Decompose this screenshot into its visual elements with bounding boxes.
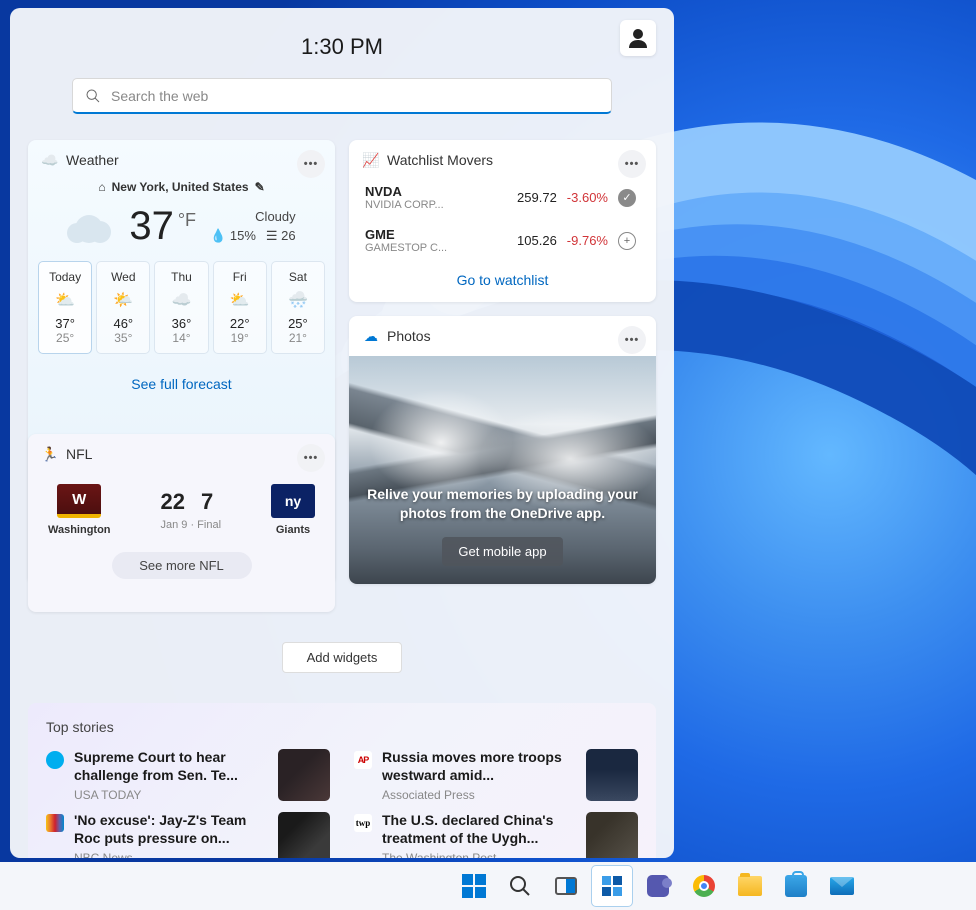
weather-stat: ☰ 26: [266, 228, 296, 244]
game-score: 227 Jan 9 · Final: [161, 489, 222, 531]
watchlist-widget[interactable]: 📈 Watchlist Movers ••• NVDANVIDIA CORP..…: [349, 140, 656, 302]
stocks-icon: 📈: [363, 152, 379, 168]
weather-condition: Cloudy: [255, 209, 295, 224]
widgets-panel: 1:30 PM ☁️ Weather ••• ⌂ New York, Unite…: [10, 8, 674, 858]
add-widgets-button[interactable]: Add widgets: [282, 642, 402, 673]
nfl-link[interactable]: See more NFL: [112, 552, 252, 579]
teams-button[interactable]: [638, 866, 678, 906]
news-heading: Top stories: [46, 719, 638, 735]
news-story[interactable]: Supreme Court to hear challenge from Sen…: [46, 749, 330, 802]
mail-icon: [830, 877, 854, 895]
explorer-button[interactable]: [730, 866, 770, 906]
story-thumbnail: [278, 749, 330, 801]
news-story[interactable]: AP Russia moves more troops westward ami…: [354, 749, 638, 802]
forecast-link[interactable]: See full forecast: [28, 366, 335, 406]
widget-title: Photos: [387, 328, 431, 344]
weather-location[interactable]: ⌂ New York, United States ✎: [28, 180, 335, 194]
widgets-icon: [600, 874, 624, 898]
forecast-day[interactable]: Wed🌤️46°35°: [96, 261, 150, 354]
onedrive-icon: ☁: [363, 328, 379, 344]
photo-hero: Relive your memories by uploading your p…: [349, 356, 656, 584]
start-button[interactable]: [454, 866, 494, 906]
edit-icon[interactable]: ✎: [255, 180, 265, 194]
home-icon: ⌂: [98, 180, 105, 194]
photos-widget[interactable]: ☁ Photos ••• Relive your memories by upl…: [349, 316, 656, 584]
chrome-icon: [693, 875, 715, 897]
team-away: W Washington: [48, 484, 111, 536]
publisher-icon: [46, 751, 64, 769]
clock-time: 1:30 PM: [301, 34, 383, 60]
check-icon[interactable]: ✓: [618, 189, 636, 207]
widget-more-button[interactable]: •••: [618, 150, 646, 178]
humidity: 💧 15%: [210, 228, 256, 244]
windows-icon: [462, 874, 486, 898]
widget-more-button[interactable]: •••: [618, 326, 646, 354]
folder-icon: [738, 876, 762, 896]
profile-button[interactable]: [620, 20, 656, 56]
store-icon: [785, 875, 807, 897]
forecast-day[interactable]: Fri⛅22°19°: [213, 261, 267, 354]
nfl-widget[interactable]: 🏃 NFL ••• W Washington 227 Jan 9 · Final…: [28, 434, 335, 612]
story-thumbnail: [278, 812, 330, 858]
cloud-icon: [67, 207, 115, 247]
team-logo: W: [57, 484, 101, 518]
story-thumbnail: [586, 749, 638, 801]
current-temp: 37°F: [129, 204, 196, 249]
team-logo: ny: [271, 484, 315, 518]
taskview-icon: [555, 877, 577, 895]
mail-button[interactable]: [822, 866, 862, 906]
taskbar[interactable]: [0, 862, 976, 910]
sports-icon: 🏃: [42, 446, 58, 462]
widget-more-button[interactable]: •••: [297, 150, 325, 178]
search-box[interactable]: [72, 78, 612, 114]
top-stories-widget[interactable]: Top stories Supreme Court to hear challe…: [28, 703, 656, 858]
store-button[interactable]: [776, 866, 816, 906]
widget-title: Weather: [66, 152, 119, 168]
weather-icon: ☁️: [42, 152, 58, 168]
teams-icon: [647, 875, 669, 897]
publisher-icon: AP: [354, 751, 372, 769]
forecast-row: Today⛅37°25° Wed🌤️46°35° Thu☁️36°14° Fri…: [28, 261, 335, 366]
get-app-button[interactable]: Get mobile app: [442, 537, 562, 566]
forecast-day[interactable]: Sat🌨️25°21°: [271, 261, 325, 354]
widgets-button[interactable]: [592, 866, 632, 906]
search-icon: [85, 88, 101, 104]
forecast-day[interactable]: Thu☁️36°14°: [154, 261, 208, 354]
stock-row[interactable]: NVDANVIDIA CORP... 259.72 -3.60% ✓: [349, 176, 656, 219]
news-story[interactable]: 'No excuse': Jay-Z's Team Roc puts press…: [46, 812, 330, 858]
photos-message: Relive your memories by uploading your p…: [367, 485, 638, 523]
chrome-button[interactable]: [684, 866, 724, 906]
news-story[interactable]: twp The U.S. declared China's treatment …: [354, 812, 638, 858]
team-home: ny Giants: [271, 484, 315, 536]
search-input[interactable]: [111, 88, 599, 104]
forecast-day[interactable]: Today⛅37°25°: [38, 261, 92, 354]
watchlist-link[interactable]: Go to watchlist: [349, 262, 656, 302]
task-view-button[interactable]: [546, 866, 586, 906]
search-icon: [508, 874, 532, 898]
widget-more-button[interactable]: •••: [297, 444, 325, 472]
publisher-icon: twp: [354, 814, 372, 832]
stock-row[interactable]: GMEGAMESTOP C... 105.26 -9.76% +: [349, 219, 656, 262]
add-icon[interactable]: +: [618, 232, 636, 250]
user-icon: [626, 26, 650, 50]
widget-title: NFL: [66, 446, 92, 462]
widget-title: Watchlist Movers: [387, 152, 493, 168]
publisher-icon: [46, 814, 64, 832]
taskbar-search-button[interactable]: [500, 866, 540, 906]
story-thumbnail: [586, 812, 638, 858]
